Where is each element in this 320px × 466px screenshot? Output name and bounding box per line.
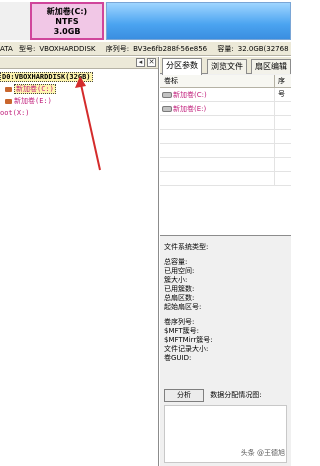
model-value: VBOXHARDDISK [39, 45, 96, 53]
detail-label: 文件记录大小: [164, 345, 209, 353]
table-row [160, 144, 291, 158]
tree-item-boot[interactable]: oot(X:) [0, 107, 158, 119]
detail-label: 已用簇数: [164, 285, 195, 293]
detail-label: 卷序列号: [164, 318, 195, 326]
tab-browse-files[interactable]: 浏览文件 [207, 59, 247, 74]
table-row [160, 158, 291, 172]
tree-item-e-label: 新加卷(E:) [14, 97, 52, 105]
partition-icon [5, 98, 12, 104]
partition-c-fs: NTFS [55, 17, 79, 26]
disk-tree: D0:VBOXHARDDISK(32GB) 新加卷(C:) 新加卷(E:) oo… [0, 69, 158, 119]
tree-item-c-label: 新加卷(C:) [14, 84, 56, 94]
disk-map: 新加卷(C:) NTFS 3.0GB [0, 0, 291, 42]
detail-label: 总容量: [164, 258, 188, 266]
table-row-label: 新加卷(C:) [173, 91, 207, 99]
disk-tree-pane: ◂ ✕ D0:VBOXHARDDISK(32GB) 新加卷(C:) 新加卷(E:… [0, 57, 159, 466]
table-row [160, 172, 291, 186]
tree-item-c[interactable]: 新加卷(C:) [0, 83, 158, 95]
detail-label: 总扇区数: [164, 294, 195, 302]
tree-disk-label: D0:VBOXHARDDISK(32GB) [0, 72, 93, 82]
model-label: 型号: [19, 45, 36, 53]
table-header: 卷标 序号 [160, 75, 291, 101]
fs-type-label: 文件系统类型: [164, 243, 209, 251]
partition-icon [5, 86, 12, 92]
analyze-row: 分析 数据分配情况图: [164, 389, 291, 402]
table-row[interactable]: 新加卷(C:) [160, 88, 291, 102]
analyze-button[interactable]: 分析 [164, 389, 204, 402]
table-row [160, 116, 291, 130]
partition-details: 文件系统类型: 总容量: 已用空间: 簇大小: 已用簇数: 总扇区数: 起始扇区… [160, 237, 291, 466]
allocation-chart-label: 数据分配情况图: [210, 391, 262, 399]
watermark: 头条 @王德旭 [240, 449, 285, 457]
tree-item-boot-label: oot(X:) [0, 109, 30, 117]
partition-c-block[interactable]: 新加卷(C:) NTFS 3.0GB [30, 2, 104, 40]
detail-label: $MFTMirr簇号: [164, 336, 213, 344]
capacity-value: 32.0GB(32768 [237, 45, 289, 53]
column-header-label[interactable]: 卷标 [164, 75, 178, 88]
drive-icon [162, 106, 172, 112]
partition-c-size: 3.0GB [53, 27, 81, 36]
tab-partition-params[interactable]: 分区参数 [162, 58, 202, 75]
table-row [160, 130, 291, 144]
detail-label: 卷GUID: [164, 354, 192, 362]
table-row[interactable]: 新加卷(E:) [160, 102, 291, 116]
tab-bar: 分区参数 浏览文件 扇区编辑 [160, 57, 291, 75]
tree-pane-header: ◂ ✕ [0, 57, 158, 69]
serial-label: 序列号: [105, 45, 130, 53]
tree-disk-root[interactable]: D0:VBOXHARDDISK(32GB) [0, 71, 158, 83]
partition-table: 卷标 序号 新加卷(C:) 新加卷(E:) [160, 75, 291, 236]
table-row-label: 新加卷(E:) [173, 105, 207, 113]
capacity-label: 容量: [217, 45, 234, 53]
close-icon[interactable]: ✕ [147, 58, 156, 67]
detail-label: 簇大小: [164, 276, 188, 284]
tab-sector-edit[interactable]: 扇区编辑 [251, 59, 291, 74]
serial-value: BV3e6fb288f-56e856 [133, 45, 208, 53]
detail-label: 已用空间: [164, 267, 195, 275]
pin-icon[interactable]: ◂ [136, 58, 145, 67]
tree-item-e[interactable]: 新加卷(E:) [0, 95, 158, 107]
partition-c-name: 新加卷(C:) [46, 7, 88, 16]
detail-label: $MFT簇号: [164, 327, 200, 335]
detail-label: 起始扇区号: [164, 303, 202, 311]
disk-info-line: ATA 型号: VBOXHARDDISK 序列号: BV3e6fb288f-56e8… [0, 42, 291, 56]
interface-text: ATA [0, 45, 13, 53]
drive-icon [162, 92, 172, 98]
partition-e-block[interactable] [106, 2, 291, 40]
details-pane: 分区参数 浏览文件 扇区编辑 卷标 序号 新加卷(C:) 新加卷(E:) 文件系… [160, 57, 291, 466]
